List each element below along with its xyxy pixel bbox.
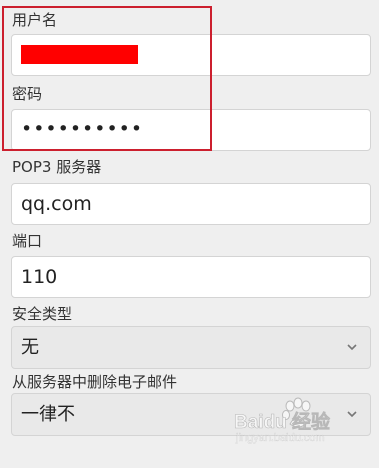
pop3-server-value: qq.com bbox=[21, 193, 92, 215]
pop3-server-label: POP3 服务器 bbox=[12, 158, 102, 176]
port-field[interactable]: 110 bbox=[11, 256, 371, 298]
highlight-annotation-box bbox=[2, 6, 212, 151]
security-type-value: 无 bbox=[21, 337, 39, 358]
port-label: 端口 bbox=[12, 232, 43, 250]
pop3-server-field[interactable]: qq.com bbox=[11, 183, 371, 225]
security-type-select[interactable]: 无 bbox=[11, 326, 371, 369]
watermark-url: jingyan.baidu.com bbox=[236, 432, 325, 444]
port-value: 110 bbox=[21, 266, 58, 288]
baidu-jingyan-watermark: Baidu 经验 jingyan.baidu.com bbox=[232, 394, 372, 454]
watermark-brand: Baidu 经验 bbox=[234, 412, 331, 434]
chevron-down-icon bbox=[347, 344, 357, 351]
security-type-label: 安全类型 bbox=[12, 305, 73, 323]
delete-from-server-value: 一律不 bbox=[21, 404, 75, 425]
delete-from-server-label: 从服务器中删除电子邮件 bbox=[12, 373, 178, 391]
